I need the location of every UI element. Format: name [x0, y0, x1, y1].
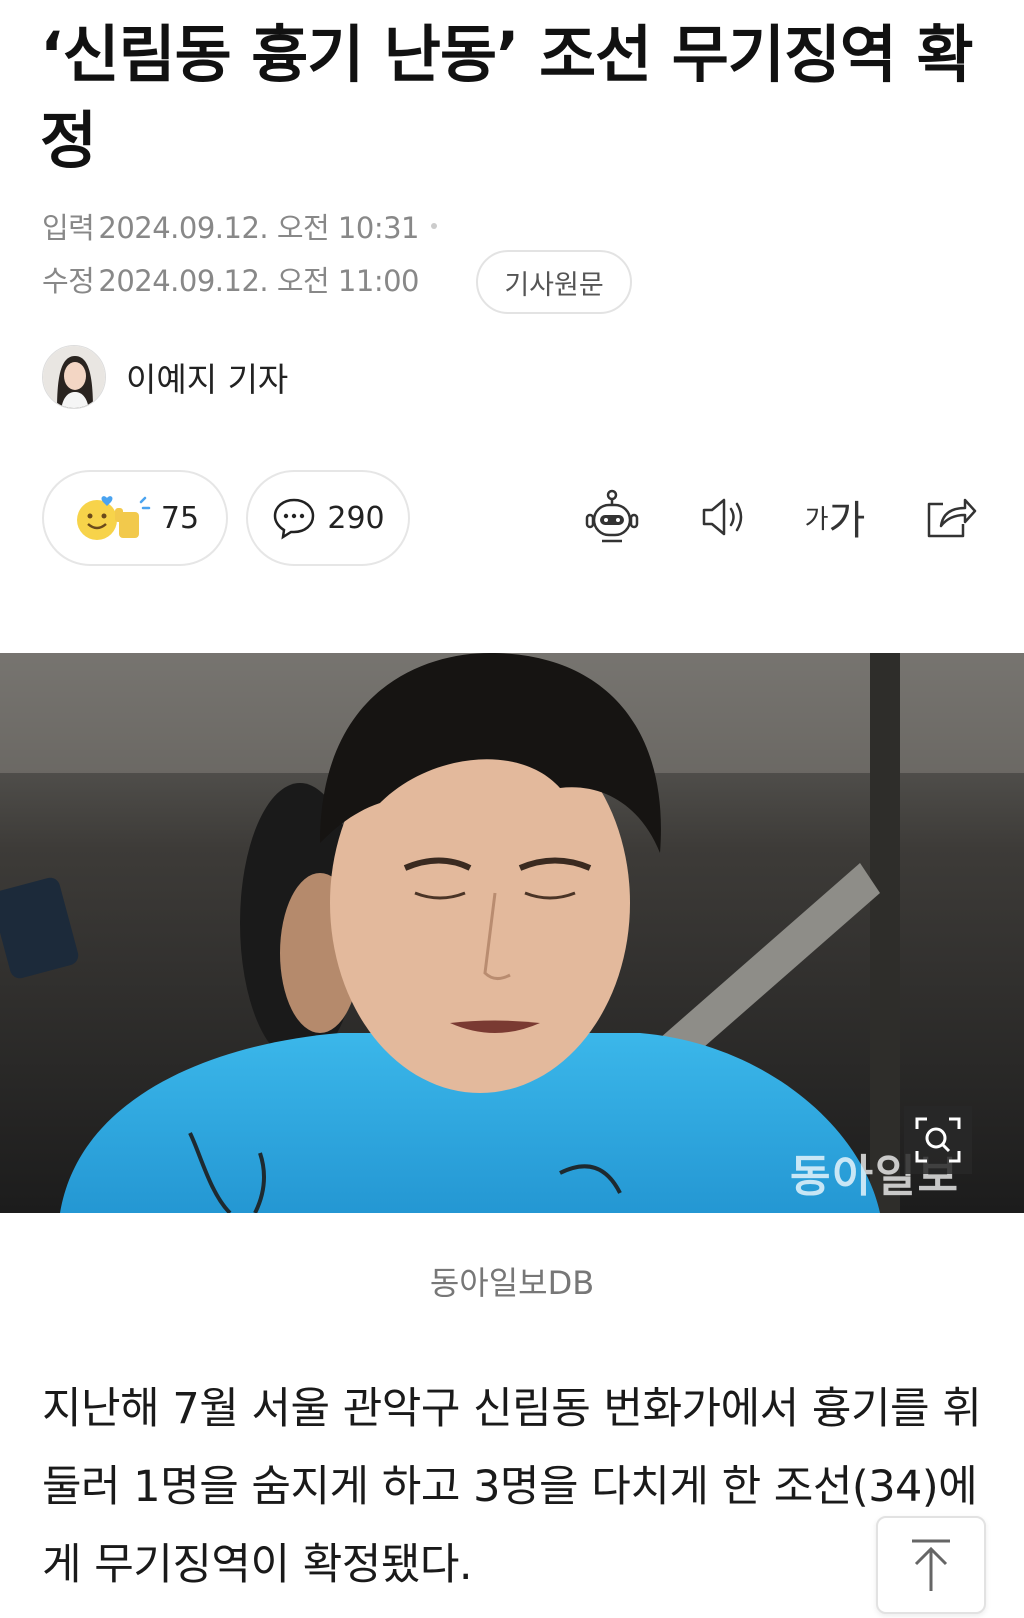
article-photo[interactable] [0, 653, 1024, 1213]
font-size-small-label: 가 [804, 504, 829, 535]
input-time: 2024.09.12. 오전 10:31 [98, 211, 420, 245]
article-body-paragraph: 지난해 7월 서울 관악구 신림동 번화가에서 흉기를 휘둘러 1명을 숨지게 … [42, 1384, 982, 1590]
edit-time: 2024.09.12. 오전 11:00 [98, 264, 420, 298]
reporter-byline[interactable]: 이예지 기자 [42, 345, 288, 409]
comment-count: 290 [327, 500, 385, 536]
reporter-name[interactable]: 이예지 기자 [126, 353, 288, 401]
reaction-button[interactable]: 75 [42, 470, 228, 566]
zoom-icon [915, 1117, 961, 1163]
font-size-button[interactable]: 가가 [800, 485, 870, 549]
font-size-large-label: 가 [828, 498, 866, 544]
reaction-emoji-icon [76, 496, 151, 540]
photo-caption: 동아일보DB [429, 1264, 595, 1302]
share-icon [927, 498, 977, 538]
photo-zoom-button[interactable] [904, 1106, 972, 1174]
speaker-icon [702, 498, 743, 536]
suspect-photo-image [0, 653, 1024, 1213]
reporter-avatar[interactable] [42, 345, 106, 409]
share-button[interactable] [918, 485, 982, 549]
original-article-button[interactable]: 기사원문 [476, 250, 632, 314]
input-label: 입력 [42, 211, 95, 245]
text-to-speech-button[interactable] [694, 485, 758, 549]
separator-dot [431, 223, 438, 229]
arrow-up-icon [912, 1539, 950, 1591]
comment-button[interactable]: 290 [246, 470, 410, 566]
robot-icon [585, 489, 639, 543]
edit-label: 수정 [42, 264, 95, 298]
summary-bot-button[interactable] [580, 485, 644, 549]
reaction-count: 75 [160, 500, 200, 536]
input-timestamp: 입력 2024.09.12. 오전 10:31 [42, 205, 438, 247]
article-headline: ‘신림동 흉기 난동’ 조선 무기징역 확정 [40, 18, 974, 177]
comment-icon [274, 498, 315, 540]
scroll-to-top-button[interactable] [876, 1516, 986, 1614]
edit-timestamp: 수정 2024.09.12. 오전 11:00 [42, 258, 420, 300]
